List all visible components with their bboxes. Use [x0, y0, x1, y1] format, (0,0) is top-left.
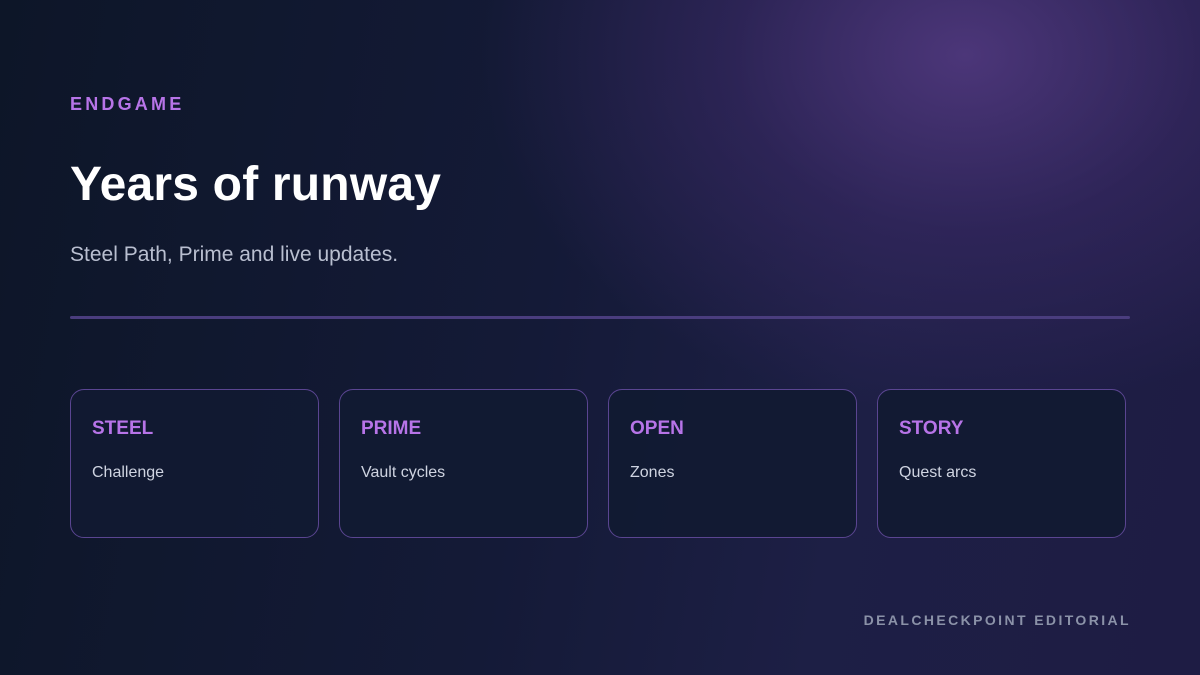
card-title: PRIME	[361, 418, 422, 439]
card-text: Vault cycles	[361, 464, 446, 481]
divider	[70, 316, 1130, 319]
card-text: Quest arcs	[899, 464, 977, 481]
feature-cards: STEEL Challenge PRIME Vault cycles OPEN …	[70, 389, 1130, 541]
card-title: STORY	[899, 418, 964, 439]
card-text: Zones	[630, 464, 675, 481]
page-title: Years of runway	[70, 158, 442, 211]
page-subtitle: Steel Path, Prime and live updates.	[70, 243, 399, 266]
card-steel: STEEL Challenge	[70, 389, 319, 538]
card-open: OPEN Zones	[608, 389, 857, 538]
card-prime: PRIME Vault cycles	[339, 389, 588, 538]
slide: ENDGAME Years of runway Steel Path, Prim…	[0, 0, 1200, 675]
card-title: STEEL	[92, 418, 154, 439]
card-story: STORY Quest arcs	[877, 389, 1126, 538]
card-text: Challenge	[92, 464, 165, 481]
eyebrow-label: ENDGAME	[70, 94, 185, 114]
card-title: OPEN	[630, 418, 684, 439]
footer-credit: DEALCHECKPOINT EDITORIAL	[863, 612, 1131, 628]
